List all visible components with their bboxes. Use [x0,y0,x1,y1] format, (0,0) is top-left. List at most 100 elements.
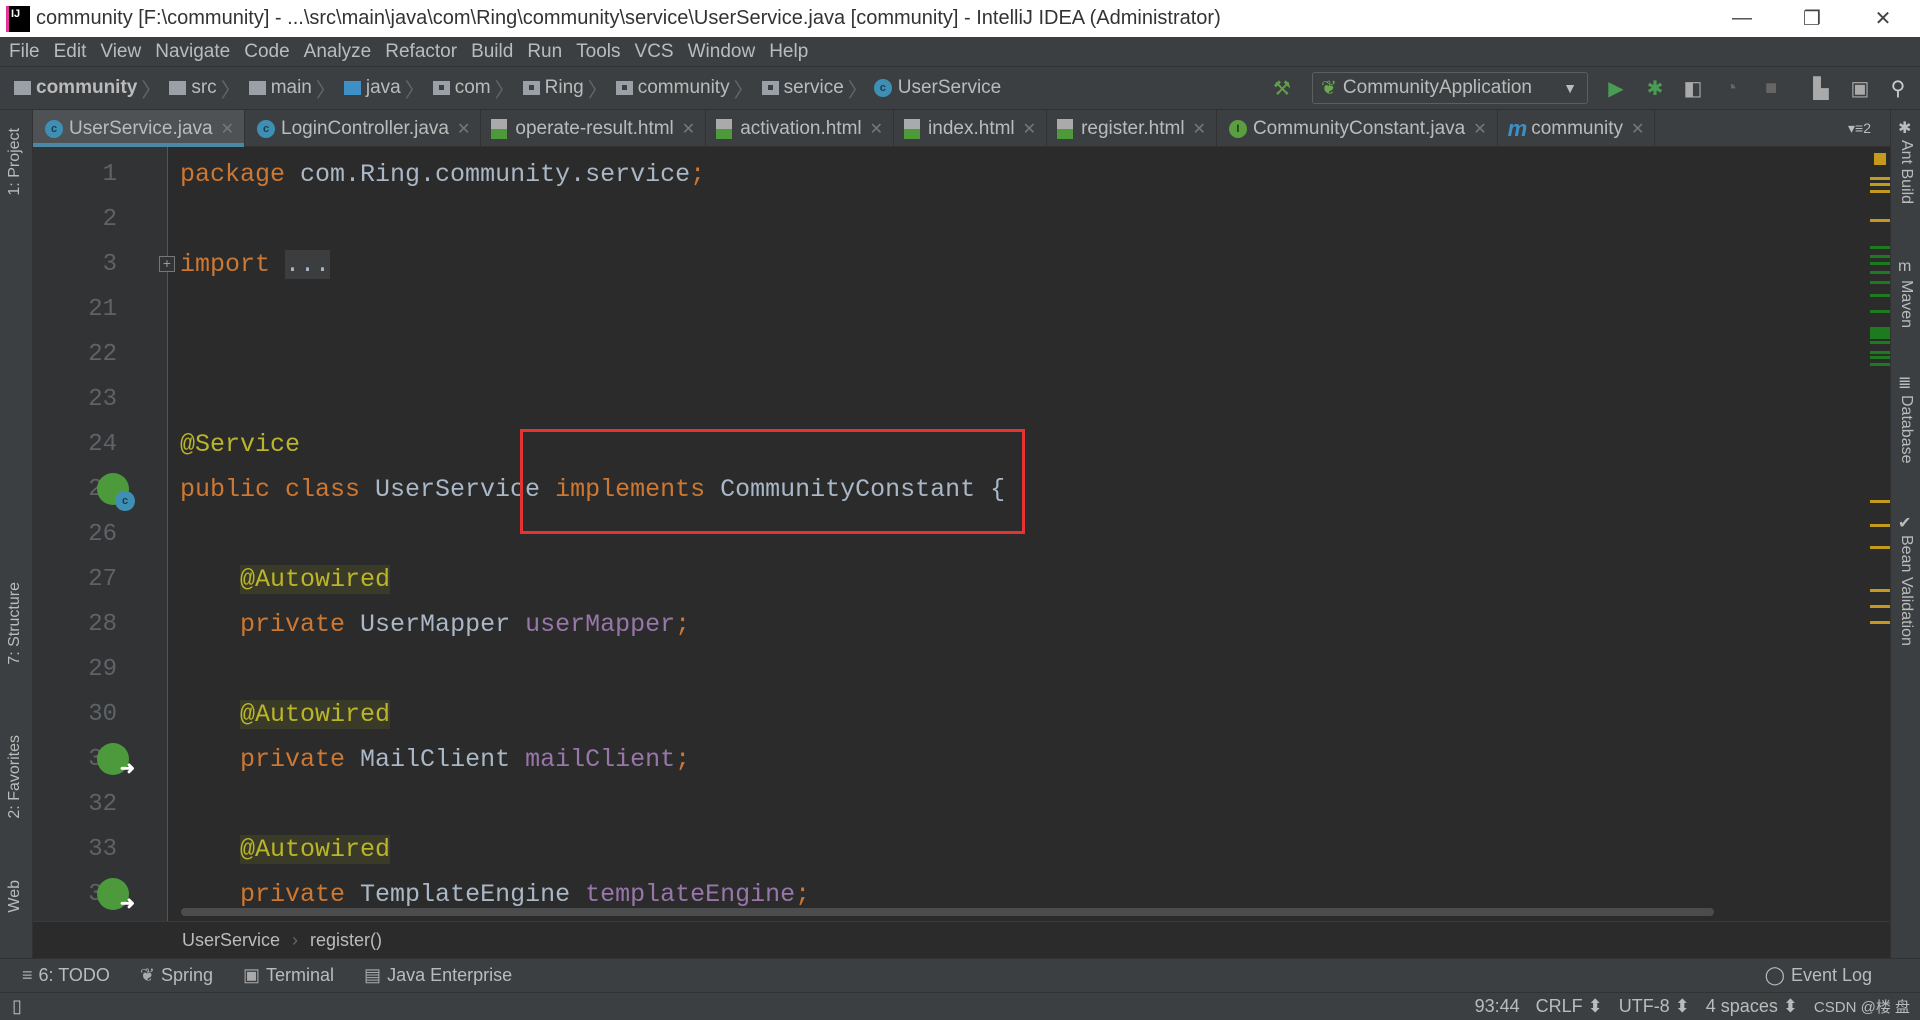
error-stripe-marker[interactable] [1870,246,1890,249]
tool-2-favorites[interactable]: 2: Favorites [6,735,24,819]
menu-help[interactable]: Help [762,41,815,63]
file-status-indicator[interactable] [1874,153,1886,165]
menu-code[interactable]: Code [237,41,296,63]
event-log-button[interactable]: ◯ Event Log [1765,965,1872,986]
project-structure-icon[interactable]: ▙ [1807,74,1835,102]
horizontal-scrollbar[interactable] [181,908,1714,916]
tab-communityconstant-java[interactable]: I CommunityConstant.java ✕ [1217,110,1498,147]
error-stripe-scrollbar[interactable] [1868,147,1890,921]
menu-build[interactable]: Build [464,41,520,63]
nav-crumb-ring[interactable]: Ring [519,77,584,99]
tool-1-project[interactable]: 1: Project [6,128,24,196]
error-stripe-marker[interactable] [1870,262,1890,265]
indent-setting[interactable]: 4 spaces ⬍ [1706,996,1798,1017]
stop-icon[interactable]: ■ [1757,74,1785,102]
spring-bean-class-icon[interactable]: c [97,473,135,511]
tool-bean-validation[interactable]: Bean Validation [1897,535,1915,646]
nav-crumb-service[interactable]: service [758,77,844,99]
error-stripe-marker[interactable] [1870,500,1890,503]
tool-database[interactable]: Database [1897,395,1915,464]
nav-crumb-src[interactable]: src [165,77,217,99]
close-tab-icon[interactable]: ✕ [682,119,695,139]
error-stripe-marker[interactable] [1870,294,1890,297]
autowired-navigate-icon[interactable]: ➜ [97,743,135,778]
nav-crumb-java[interactable]: java [340,77,401,99]
tool-window-terminal[interactable]: ▣ Terminal [243,965,334,986]
autowired-navigate-icon[interactable]: ➜ [97,878,135,913]
breadcrumb-class[interactable]: UserService [182,930,280,951]
nav-crumb-community[interactable]: community [10,77,137,99]
breadcrumb-method[interactable]: register() [310,930,382,951]
nav-crumb-userservice[interactable]: c UserService [872,77,1001,99]
close-tab-icon[interactable]: ✕ [870,119,883,139]
error-stripe-marker[interactable] [1870,219,1890,222]
error-stripe-marker[interactable] [1870,351,1890,354]
error-stripe-marker[interactable] [1870,183,1890,186]
tool-window-java-enterprise[interactable]: ▤ Java Enterprise [364,965,512,986]
profile-icon[interactable]: ◔ [1717,74,1745,102]
error-stripe-marker[interactable] [1870,310,1890,313]
tool-window-6-todo[interactable]: ≡ 6: TODO [22,965,110,986]
menu-view[interactable]: View [93,41,148,63]
error-stripe-marker[interactable] [1870,341,1890,344]
close-button[interactable]: ✕ [1853,0,1913,37]
menu-analyze[interactable]: Analyze [297,41,379,63]
error-stripe-marker[interactable] [1870,605,1890,608]
tool-maven[interactable]: Maven [1897,280,1915,328]
menu-refactor[interactable]: Refactor [378,41,464,63]
error-stripe-marker[interactable] [1870,281,1890,284]
tab-logincontroller-java[interactable]: c LoginController.java ✕ [245,110,482,147]
close-tab-icon[interactable]: ✕ [1193,119,1206,139]
error-stripe-marker[interactable] [1870,190,1890,193]
menu-tools[interactable]: Tools [569,41,627,63]
coverage-icon[interactable]: ◧ [1679,74,1707,102]
error-stripe-marker[interactable] [1870,356,1890,359]
error-stripe-marker[interactable] [1870,177,1890,180]
minimize-button[interactable]: — [1712,0,1772,37]
tool-ant-build[interactable]: Ant Build [1897,140,1915,204]
tab-activation-html[interactable]: activation.html ✕ [706,110,895,147]
error-stripe-marker[interactable] [1870,524,1890,527]
error-stripe-marker[interactable] [1870,546,1890,549]
menu-window[interactable]: Window [681,41,763,63]
close-tab-icon[interactable]: ✕ [1473,119,1486,139]
debug-bug-icon[interactable]: ✱ [1641,74,1669,102]
nav-crumb-community[interactable]: community [612,77,730,99]
close-tab-icon[interactable]: ✕ [221,119,234,139]
error-stripe-marker[interactable] [1870,621,1890,624]
error-stripe-marker[interactable] [1870,255,1890,258]
error-stripe-marker[interactable] [1870,589,1890,592]
tool-window-spring[interactable]: ❦ Spring [140,965,213,986]
menu-edit[interactable]: Edit [47,41,94,63]
error-stripe-marker[interactable] [1870,271,1890,274]
maximize-button[interactable]: ❐ [1782,0,1842,37]
error-stripe-marker[interactable] [1870,327,1890,339]
search-icon[interactable]: ⚲ [1884,74,1912,102]
nav-crumb-com[interactable]: com [429,77,491,99]
tool-7-structure[interactable]: 7: Structure [6,582,24,665]
menu-run[interactable]: Run [520,41,569,63]
run-icon[interactable]: ▶ [1602,74,1630,102]
tab-operate-result-html[interactable]: operate-result.html ✕ [481,110,707,147]
error-stripe-marker[interactable] [1870,363,1890,366]
close-tab-icon[interactable]: ✕ [1631,119,1644,139]
terminal-window-icon[interactable]: ▣ [1846,74,1874,102]
menu-vcs[interactable]: VCS [628,41,681,63]
close-tab-icon[interactable]: ✕ [457,119,470,139]
tab-overflow-button[interactable]: ▾≡2 [1848,120,1871,137]
run-configuration-select[interactable]: ❦ CommunityApplication ▼ [1312,72,1588,104]
tab-userservice-java[interactable]: c UserService.java ✕ [33,110,246,147]
status-toggle-icon[interactable]: ▯ [12,996,22,1017]
nav-crumb-main[interactable]: main [245,77,312,99]
tab-register-html[interactable]: register.html ✕ [1047,110,1217,147]
tool-web[interactable]: Web [6,880,24,913]
menu-navigate[interactable]: Navigate [148,41,237,63]
menu-file[interactable]: File [2,41,47,63]
tab-community[interactable]: m community ✕ [1498,110,1656,147]
file-encoding[interactable]: UTF-8 ⬍ [1619,996,1690,1017]
caret-position[interactable]: 93:44 [1475,996,1520,1017]
close-tab-icon[interactable]: ✕ [1023,119,1036,139]
tab-index-html[interactable]: index.html ✕ [894,110,1048,147]
build-hammer-icon[interactable]: ⚒ [1268,74,1296,102]
line-separator[interactable]: CRLF ⬍ [1536,996,1603,1017]
